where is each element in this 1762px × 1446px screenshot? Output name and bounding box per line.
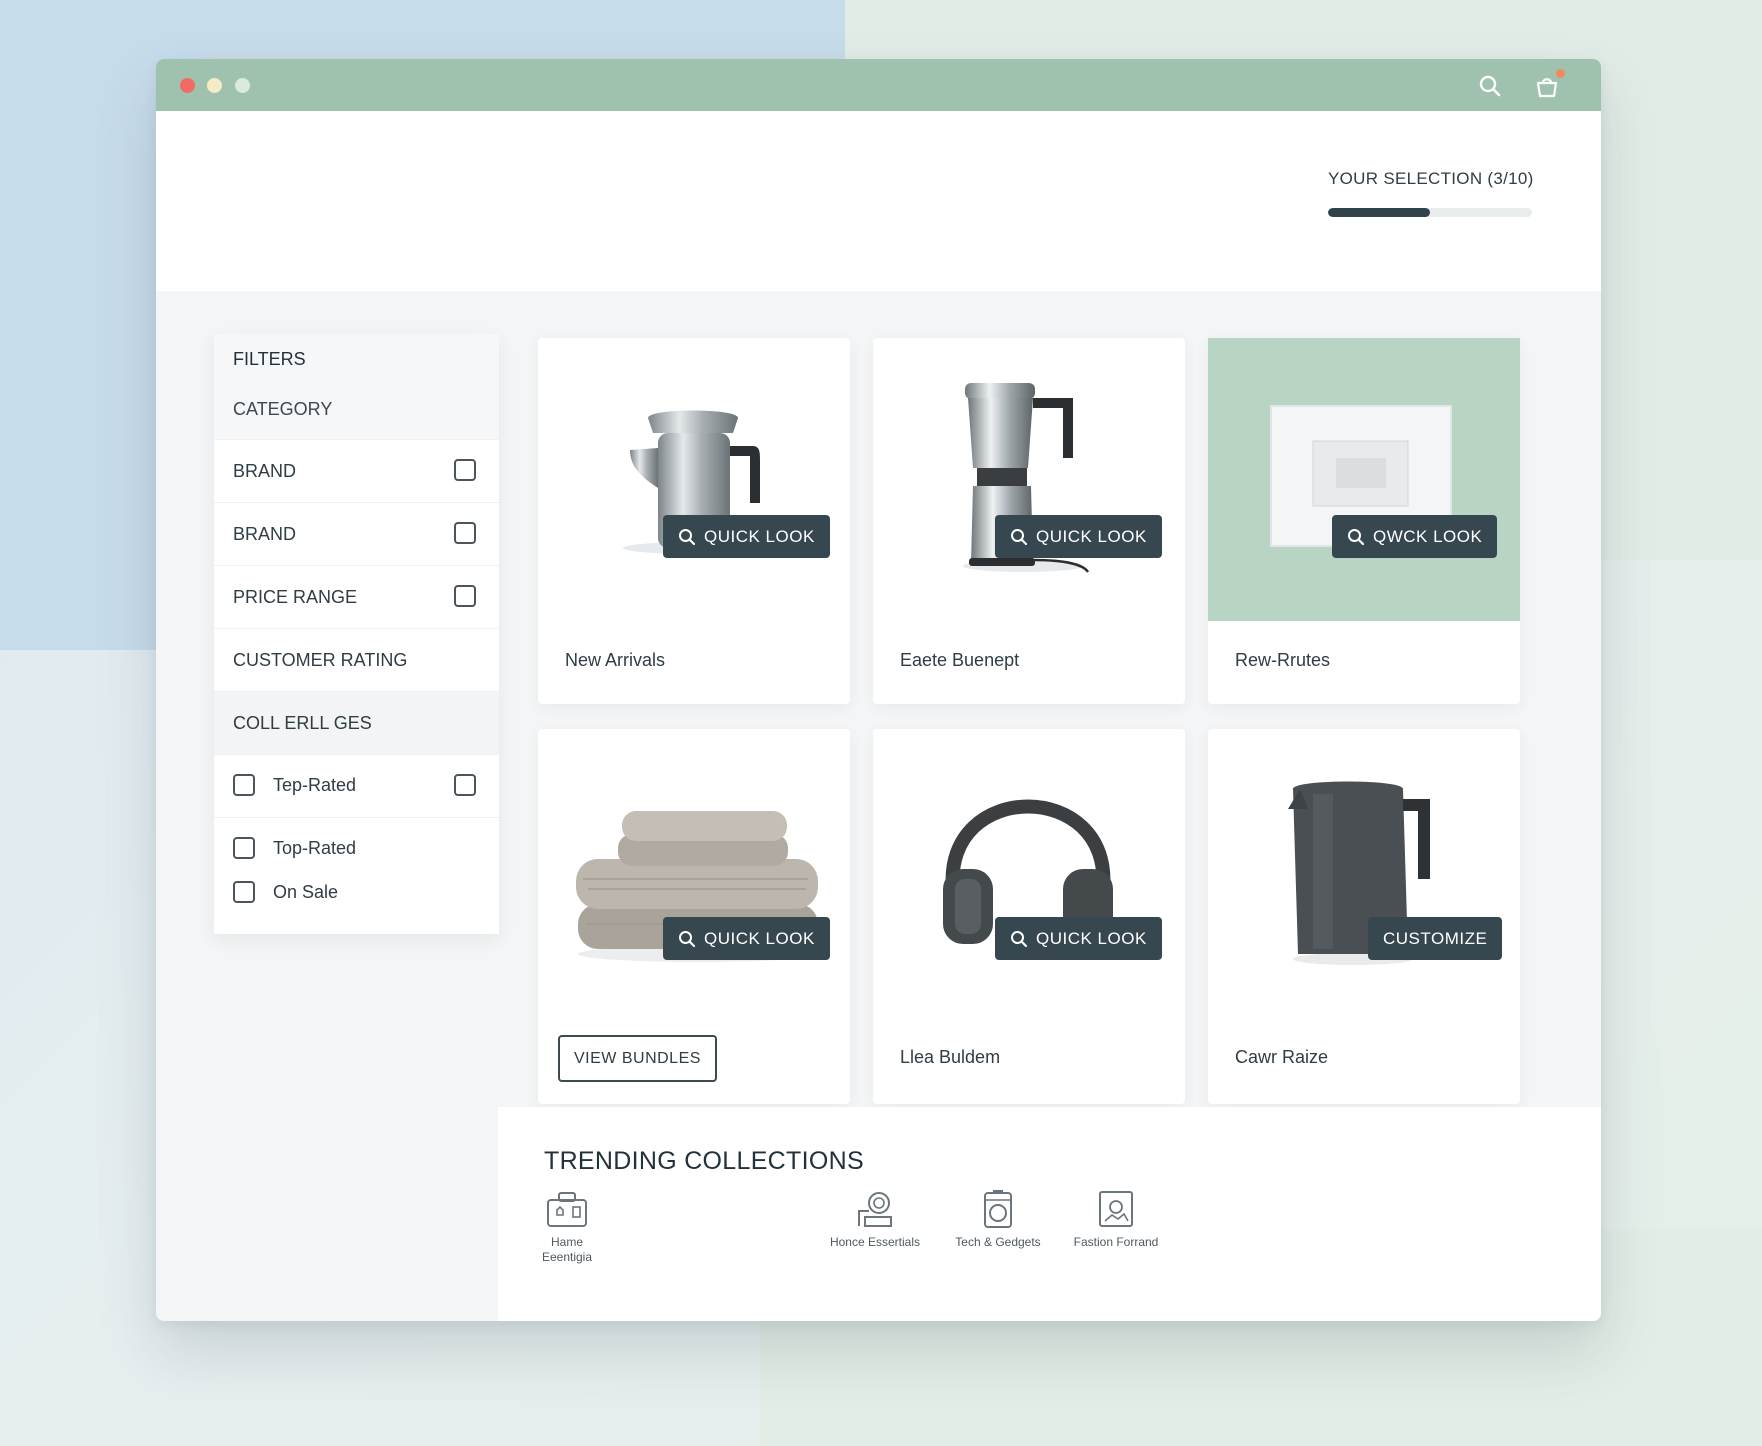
product-card[interactable]: QUICK LOOK Llea Buldem [873,729,1185,1104]
quick-look-label: QUICK LOOK [1036,526,1147,546]
filter-checkbox[interactable] [233,837,255,859]
magnifier-icon [1011,930,1028,947]
maximize-window-button[interactable] [235,78,250,93]
selection-counter: YOUR SELECTION (3/10) [1328,169,1534,188]
filter-checkbox[interactable] [454,459,476,481]
collection-label: Fastion Forrand [1073,1235,1159,1249]
quick-look-label: QUICK LOOK [704,526,815,546]
quick-look-button[interactable]: QUICK LOOK [995,917,1162,960]
product-card[interactable]: QUICK LOOK VIEW BUNDLES [538,729,850,1104]
product-title[interactable]: New Arrivals [565,650,665,671]
title-bar [156,59,1601,111]
collection-label: Honce Essertials [829,1235,921,1249]
filter-row-brand[interactable]: BRAND [214,502,499,565]
quick-look-button[interactable]: QUICK LOOK [663,917,830,960]
washer-icon [984,1190,1012,1228]
filter-checkbox[interactable] [454,522,476,544]
search-icon[interactable] [1476,72,1504,100]
magnifier-icon [679,930,696,947]
filters-panel: FILTERS CATEGORY BRAND BRAND PRICE RANGE… [214,334,499,934]
filter-options-group: Top-Rated On Sale [214,817,499,934]
collection-tech-gadgets[interactable]: Tech & Gedgets [948,1189,1048,1250]
filter-label: BRAND [233,524,297,544]
product-title[interactable]: Llea Buldem [900,1047,1000,1068]
collection-home-essentials[interactable]: Hame Eeentigia [538,1189,596,1265]
filter-checkbox[interactable] [454,585,476,607]
picture-frame-image [1208,338,1520,621]
product-card[interactable]: QWCK LOOK Rew-Rrutes [1208,338,1520,704]
product-card[interactable]: CUSTOMIZE Cawr Raize [1208,729,1520,1104]
product-title[interactable]: Rew-Rrutes [1235,650,1330,671]
filter-label: BRAND [233,461,297,481]
filter-label: PRICE RANGE [233,587,358,607]
filter-row-customer-rating[interactable]: CUSTOMER RATING [214,628,499,691]
filter-checkbox[interactable] [454,774,476,796]
home-box-icon [547,1192,587,1227]
product-title[interactable]: Eaete Buenept [900,650,1019,671]
filter-row-top-rated[interactable]: Tep-Rated [214,754,499,817]
magnifier-icon [679,528,696,545]
close-window-button[interactable] [180,78,195,93]
product-title[interactable]: Cawr Raize [1235,1047,1328,1068]
customize-label: CUSTOMIZE [1383,928,1488,948]
filter-row-collections[interactable]: COLL ERLL GES [214,691,499,754]
quick-look-label: QWCK LOOK [1373,526,1483,546]
quick-look-label: QUICK LOOK [1036,928,1147,948]
quick-look-button[interactable]: QUICK LOOK [663,515,830,558]
filters-header: FILTERS CATEGORY [214,334,499,439]
filter-row-price-range[interactable]: PRICE RANGE [214,565,499,628]
filters-title: FILTERS [233,349,306,369]
product-card[interactable]: QUICK LOOK Eaete Buenept [873,338,1185,704]
collection-honce-essertials[interactable]: Honce Essertials [820,1189,930,1250]
quick-look-button[interactable]: QUICK LOOK [995,515,1162,558]
collection-label: Hame [550,1235,583,1249]
selection-progress-fill [1328,208,1430,217]
magnifier-icon [1011,528,1028,545]
magnifier-icon [1348,528,1365,545]
minimize-window-button[interactable] [207,78,222,93]
collection-label: Eeentigia [541,1250,593,1264]
filter-checkbox[interactable] [233,881,255,903]
quick-look-label: QUICK LOOK [704,928,815,948]
filter-option-label: Top-Rated [273,838,357,858]
filter-label: COLL ERLL GES [233,713,372,733]
filter-option-label: On Sale [273,882,339,902]
collection-label: Tech & Gedgets [955,1235,1041,1249]
filter-option-label: Tep-Rated [273,775,357,795]
collection-fashion-forward[interactable]: Fastion Forrand [1061,1189,1171,1250]
product-card[interactable]: QUICK LOOK New Arrivals [538,338,850,704]
filter-checkbox[interactable] [233,774,255,796]
filter-label: CUSTOMER RATING [233,650,408,670]
filter-row-brand[interactable]: BRAND [214,439,499,502]
view-bundles-button[interactable]: VIEW BUNDLES [558,1035,717,1082]
customize-button[interactable]: CUSTOMIZE [1368,917,1503,960]
quick-look-button[interactable]: QWCK LOOK [1332,515,1498,558]
cart-badge [1556,69,1565,78]
trending-collections-panel: TRENDING COLLECTIONS Hame Eeentigia Honc… [498,1107,1601,1321]
trending-title: TRENDING COLLECTIONS [544,1147,864,1175]
selection-progress-bar [1328,208,1532,217]
category-heading[interactable]: CATEGORY [233,399,332,420]
person-badge-icon [858,1192,892,1227]
photo-frame-icon [1099,1191,1133,1227]
page-header: YOUR SELECTION (3/10) [156,111,1601,291]
browser-window: YOUR SELECTION (3/10) FILTERS CATEGORY B… [156,59,1601,1321]
